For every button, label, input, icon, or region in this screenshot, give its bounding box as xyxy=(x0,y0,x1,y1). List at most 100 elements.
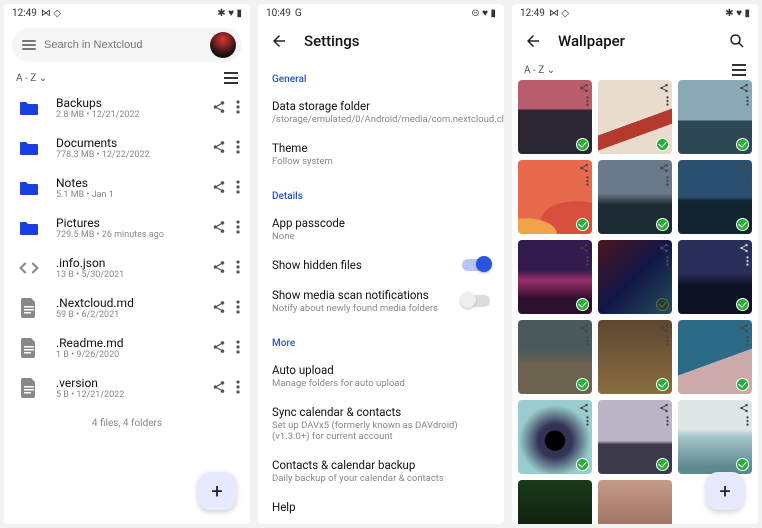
switch-off[interactable] xyxy=(462,295,490,307)
file-row[interactable]: .Readme.md1 B • 9/26/2020 xyxy=(4,328,250,368)
share-icon[interactable] xyxy=(579,163,589,176)
share-icon[interactable] xyxy=(659,403,669,416)
share-icon[interactable] xyxy=(579,243,589,256)
back-icon[interactable] xyxy=(524,32,542,50)
wallpaper-tile[interactable] xyxy=(518,240,592,314)
share-icon[interactable] xyxy=(659,243,669,256)
more-icon[interactable] xyxy=(666,256,669,269)
wallpaper-tile[interactable] xyxy=(598,80,672,154)
wallpaper-tile[interactable] xyxy=(678,320,752,394)
search-bar[interactable] xyxy=(12,28,242,62)
switch-on[interactable] xyxy=(462,259,490,271)
sort-button[interactable]: A - Z ⌄ xyxy=(524,65,555,76)
setting-auto-upload[interactable]: Auto uploadManage folders for auto uploa… xyxy=(272,357,490,399)
file-row[interactable]: .info.json13 B • 5/30/2021 xyxy=(4,248,250,288)
share-icon[interactable] xyxy=(579,83,589,96)
share-icon[interactable] xyxy=(659,323,669,336)
more-icon[interactable] xyxy=(236,380,240,397)
wallpaper-tile[interactable] xyxy=(678,80,752,154)
chevron-down-icon: ⌄ xyxy=(544,65,555,76)
share-icon[interactable] xyxy=(212,340,226,357)
view-list-icon[interactable] xyxy=(224,72,238,84)
more-icon[interactable] xyxy=(746,256,749,269)
wallpaper-tile[interactable] xyxy=(678,240,752,314)
setting-help[interactable]: Help xyxy=(272,494,490,524)
wallpaper-tile[interactable] xyxy=(678,160,752,234)
wallpaper-tile[interactable] xyxy=(598,480,672,524)
more-icon[interactable] xyxy=(586,176,589,189)
setting-media-scan[interactable]: Show media scan notificationsNotify abou… xyxy=(272,282,490,324)
setting-hidden-files[interactable]: Show hidden files xyxy=(272,252,490,282)
status-right-icons: ✱ ♥ ▮ xyxy=(725,8,750,19)
more-icon[interactable] xyxy=(666,336,669,349)
file-row[interactable]: Pictures729.5 MB • 26 minutes ago xyxy=(4,208,250,248)
more-icon[interactable] xyxy=(746,176,749,189)
setting-data-storage[interactable]: Data storage folder/storage/emulated/0/A… xyxy=(272,93,490,135)
more-icon[interactable] xyxy=(236,300,240,317)
share-icon[interactable] xyxy=(579,403,589,416)
share-icon[interactable] xyxy=(739,323,749,336)
setting-passcode[interactable]: App passcodeNone xyxy=(272,210,490,252)
file-row[interactable]: .version5 B • 12/21/2022 xyxy=(4,368,250,408)
more-icon[interactable] xyxy=(666,96,669,109)
search-input[interactable] xyxy=(44,39,202,51)
wallpaper-tile[interactable] xyxy=(598,400,672,474)
setting-backup[interactable]: Contacts & calendar backupDaily backup o… xyxy=(272,452,490,494)
back-icon[interactable] xyxy=(270,32,288,50)
share-icon[interactable] xyxy=(212,260,226,277)
file-list: Backups2.8 MB • 12/21/2022 Documents778.… xyxy=(4,88,250,524)
wallpaper-tile[interactable] xyxy=(518,480,592,524)
file-row[interactable]: Backups2.8 MB • 12/21/2022 xyxy=(4,88,250,128)
more-icon[interactable] xyxy=(586,256,589,269)
share-icon[interactable] xyxy=(739,83,749,96)
share-icon[interactable] xyxy=(739,163,749,176)
share-icon[interactable] xyxy=(579,323,589,336)
share-icon[interactable] xyxy=(212,100,226,117)
file-row[interactable]: Documents778.3 MB • 12/22/2022 xyxy=(4,128,250,168)
view-list-icon[interactable] xyxy=(732,64,746,76)
wallpaper-tile[interactable] xyxy=(518,400,592,474)
more-icon[interactable] xyxy=(236,340,240,357)
setting-theme[interactable]: ThemeFollow system xyxy=(272,135,490,177)
more-icon[interactable] xyxy=(236,100,240,117)
more-icon[interactable] xyxy=(236,260,240,277)
more-icon[interactable] xyxy=(746,336,749,349)
more-icon[interactable] xyxy=(666,176,669,189)
wallpaper-tile[interactable] xyxy=(518,320,592,394)
menu-icon[interactable] xyxy=(22,40,36,50)
more-icon[interactable] xyxy=(236,220,240,237)
search-icon[interactable] xyxy=(728,32,746,50)
more-icon[interactable] xyxy=(666,416,669,429)
avatar[interactable] xyxy=(210,32,236,58)
share-icon[interactable] xyxy=(739,403,749,416)
share-icon[interactable] xyxy=(659,83,669,96)
more-icon[interactable] xyxy=(236,180,240,197)
share-icon[interactable] xyxy=(212,300,226,317)
share-icon[interactable] xyxy=(739,243,749,256)
wallpaper-tile[interactable] xyxy=(518,160,592,234)
more-icon[interactable] xyxy=(236,140,240,157)
wallpaper-tile[interactable] xyxy=(678,400,752,474)
wallpaper-tile[interactable] xyxy=(598,160,672,234)
wallpaper-tile[interactable] xyxy=(598,240,672,314)
share-icon[interactable] xyxy=(212,220,226,237)
wallpaper-tile[interactable] xyxy=(518,80,592,154)
more-icon[interactable] xyxy=(586,416,589,429)
file-row[interactable]: .Nextcloud.md59 B • 6/2/2021 xyxy=(4,288,250,328)
share-icon[interactable] xyxy=(212,140,226,157)
setting-sync-caldav[interactable]: Sync calendar & contactsSet up DAVx5 (fo… xyxy=(272,399,490,452)
file-row[interactable]: Notes5.1 MB • Jan 1 xyxy=(4,168,250,208)
more-icon[interactable] xyxy=(586,336,589,349)
more-icon[interactable] xyxy=(746,96,749,109)
more-icon[interactable] xyxy=(586,96,589,109)
more-icon[interactable] xyxy=(746,416,749,429)
sort-button[interactable]: A - Z ⌄ xyxy=(16,73,47,84)
share-icon[interactable] xyxy=(212,180,226,197)
fab-add-button[interactable]: + xyxy=(706,472,744,510)
fab-add-button[interactable]: + xyxy=(198,472,236,510)
chevron-down-icon: ⌄ xyxy=(39,73,47,84)
share-icon[interactable] xyxy=(659,163,669,176)
share-icon[interactable] xyxy=(212,380,226,397)
wallpaper-tile[interactable] xyxy=(598,320,672,394)
status-time: 12:49 xyxy=(12,8,37,19)
